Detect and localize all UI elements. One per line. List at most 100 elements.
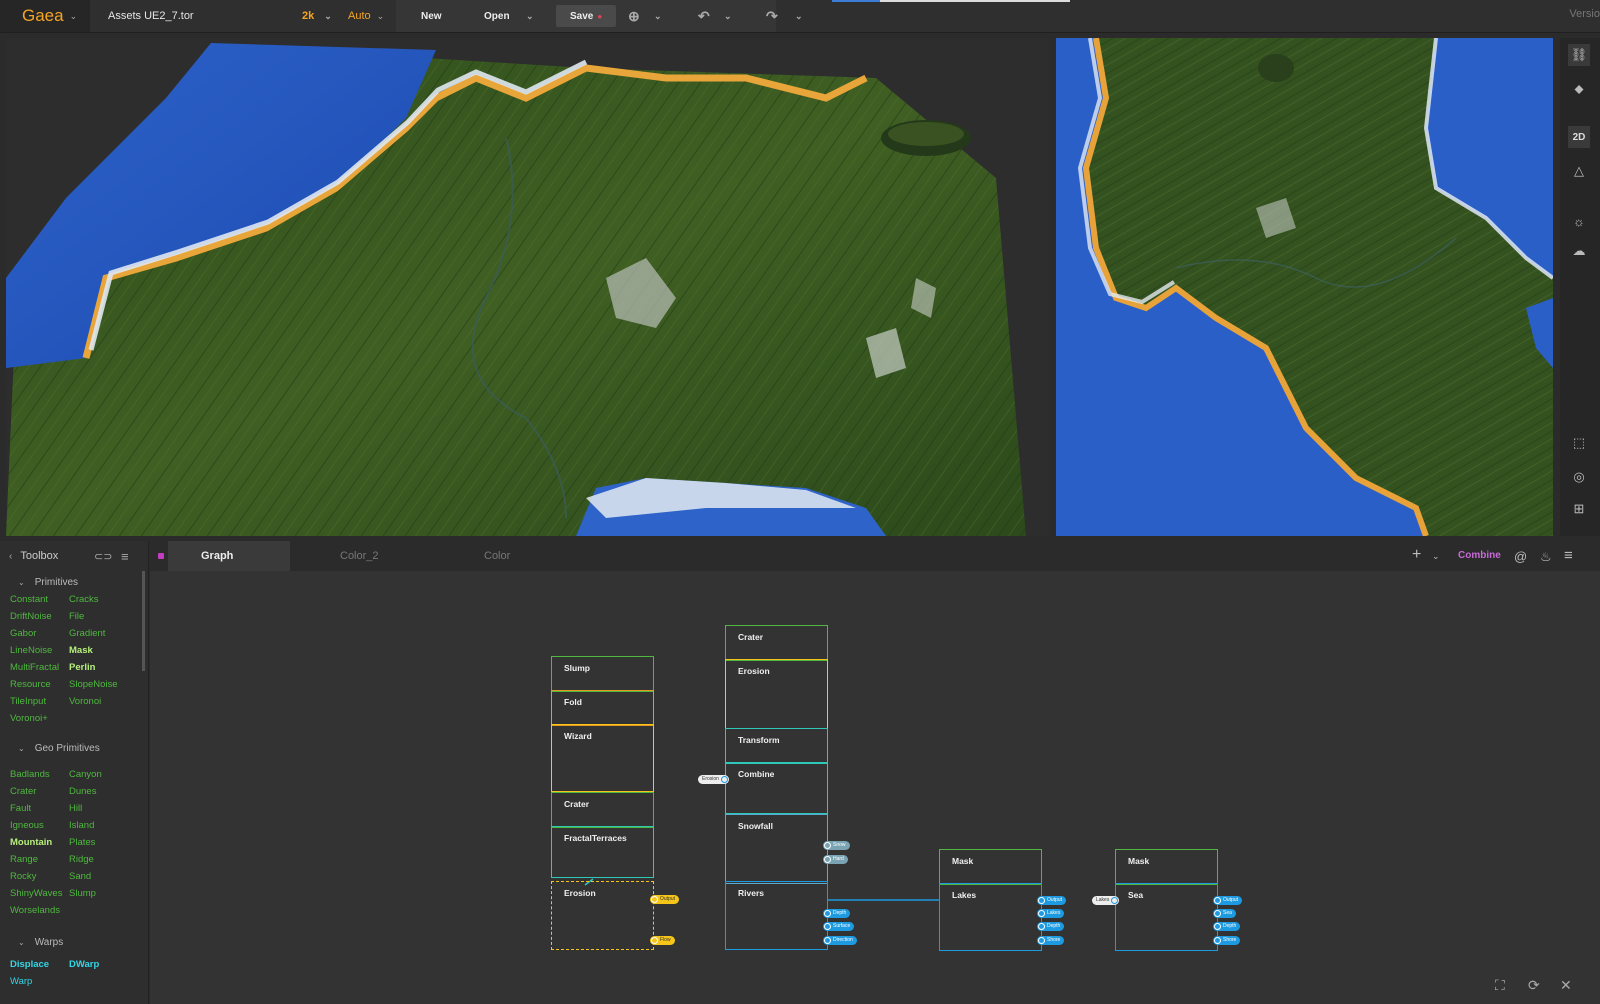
port-surface[interactable]: Surface — [823, 922, 855, 931]
chevron-down-icon[interactable]: ⌄ — [70, 11, 78, 22]
tool-item[interactable]: Crater — [10, 786, 36, 797]
compass-icon[interactable]: ◎ — [1568, 466, 1590, 488]
tab-color-2[interactable]: Color_2 — [340, 541, 379, 571]
save-button[interactable]: Save ● — [556, 5, 617, 27]
redo-icon[interactable]: ↷ — [766, 0, 778, 32]
port-output[interactable]: Output — [1213, 896, 1243, 905]
tool-item[interactable]: ShinyWaves — [10, 888, 62, 899]
menu-icon[interactable]: ≡ — [121, 549, 129, 564]
node-fold[interactable]: Fold — [551, 690, 654, 726]
node-erosion-2[interactable]: Erosion — [725, 659, 828, 729]
terrain-3d-render[interactable] — [6, 38, 1049, 536]
port-depth[interactable]: Depth — [823, 909, 851, 918]
at-icon[interactable]: @ — [1514, 549, 1527, 564]
tool-item[interactable]: SlopeNoise — [69, 679, 118, 690]
view-2d-toggle[interactable]: 2D — [1568, 126, 1590, 148]
tool-item[interactable]: Cracks — [69, 594, 99, 605]
stamp-icon[interactable]: ⬥ — [1568, 78, 1590, 100]
collapse-icon[interactable]: ‹ — [9, 551, 12, 562]
frame-icon[interactable]: ⬚ — [1568, 432, 1590, 454]
resolution-select[interactable]: 2k ⌄ — [302, 0, 332, 32]
tool-item[interactable]: Resource — [10, 679, 51, 690]
chevron-down-icon[interactable]: ⌄ — [324, 11, 332, 22]
port-flow[interactable]: Flow — [650, 936, 675, 945]
port-snow[interactable]: Snow — [823, 841, 850, 850]
tool-item[interactable]: Slump — [69, 888, 96, 899]
tool-item[interactable]: Plates — [69, 837, 95, 848]
chevron-down-icon[interactable]: ⌄ — [795, 0, 803, 32]
grid-icon[interactable]: ⊞ — [1568, 498, 1590, 520]
perspective-icon[interactable]: △ — [1568, 160, 1590, 182]
tool-item[interactable]: DWarp — [69, 959, 99, 970]
toggle-icon[interactable]: ⊂⊃ — [94, 550, 112, 563]
chevron-down-icon[interactable]: ⌄ — [18, 744, 25, 753]
node-slump[interactable]: Slump — [551, 656, 654, 692]
port-output[interactable]: Output — [650, 895, 680, 904]
tool-item[interactable]: Worselands — [10, 905, 60, 916]
cloud-icon[interactable]: ☁ — [1568, 240, 1590, 262]
target-icon[interactable]: ⊕ — [628, 0, 640, 32]
node-mask-2[interactable]: Mask — [1115, 849, 1218, 885]
tool-item[interactable]: Igneous — [10, 820, 44, 831]
refresh-icon[interactable]: ⟳ — [1528, 977, 1540, 994]
port-lakes-input[interactable]: Lakes — [1092, 896, 1120, 905]
node-lakes[interactable]: Lakes — [939, 883, 1042, 951]
tool-item[interactable]: Fault — [10, 803, 31, 814]
port-lakes[interactable]: Lakes — [1037, 909, 1065, 918]
menu-icon[interactable]: ≡ — [1564, 547, 1573, 564]
node-mask[interactable]: Mask — [939, 849, 1042, 885]
chevron-down-icon[interactable]: ⌄ — [654, 0, 662, 32]
tool-item[interactable]: Canyon — [69, 769, 102, 780]
port-depth[interactable]: Depth — [1037, 922, 1065, 931]
tool-item[interactable]: MultiFractal — [10, 662, 59, 673]
tool-item[interactable]: Hill — [69, 803, 82, 814]
graph-panel[interactable]: Graph Color_2 Color + ⌄ Combine @ ♨ ≡ — [150, 541, 1600, 1004]
port-depth[interactable]: Depth — [1213, 922, 1241, 931]
build-mode-select[interactable]: Auto ⌄ — [348, 0, 384, 32]
tool-item[interactable]: Gabor — [10, 628, 36, 639]
resolution-value[interactable]: 2k — [302, 10, 314, 22]
tool-item[interactable]: Range — [10, 854, 38, 865]
tool-item[interactable]: Gradient — [69, 628, 105, 639]
new-button[interactable]: New — [421, 0, 442, 32]
tool-item[interactable]: Sand — [69, 871, 91, 882]
category-warps[interactable]: ⌄ Warps — [18, 931, 63, 953]
node-crater[interactable]: Crater — [551, 792, 654, 828]
tool-item[interactable]: DriftNoise — [10, 611, 52, 622]
tool-item[interactable]: Warp — [10, 976, 32, 987]
port-direction[interactable]: Direction — [823, 936, 857, 945]
chevron-down-icon[interactable]: ⌄ — [18, 938, 25, 947]
node-fractalterraces[interactable]: FractalTerraces — [551, 826, 654, 878]
node-wizard[interactable]: Wizard — [551, 724, 654, 792]
node-crater-2[interactable]: Crater — [725, 625, 828, 661]
open-button[interactable]: Open — [484, 0, 510, 32]
chevron-down-icon[interactable]: ⌄ — [724, 0, 732, 32]
tool-item[interactable]: LineNoise — [10, 645, 52, 656]
port-shore[interactable]: Shore — [1213, 936, 1241, 945]
node-transform[interactable]: Transform — [725, 728, 828, 764]
chevron-down-icon[interactable]: ⌄ — [18, 578, 25, 587]
tool-item[interactable]: TileInput — [10, 696, 46, 707]
node-combine[interactable]: Combine — [725, 762, 828, 814]
category-primitives[interactable]: ⌄ Primitives — [18, 571, 78, 593]
tool-item[interactable]: Constant — [10, 594, 48, 605]
sun-icon[interactable]: ☼ — [1568, 210, 1590, 232]
port-output[interactable]: Output — [1037, 896, 1067, 905]
undo-icon[interactable]: ↶ — [698, 0, 710, 32]
build-mode-value[interactable]: Auto — [348, 10, 371, 22]
terrain-2d-render[interactable] — [1056, 38, 1553, 536]
app-menu[interactable]: Gaea ⌄ — [0, 0, 90, 32]
node-erosion[interactable]: Erosion — [551, 881, 654, 950]
tool-item[interactable]: Perlin — [69, 662, 95, 673]
viewport-3d[interactable] — [6, 38, 1049, 536]
tool-item[interactable]: Voronoi+ — [10, 713, 48, 724]
link-icon[interactable]: ⛓ — [1568, 44, 1590, 66]
port-hard[interactable]: Hard — [823, 855, 848, 864]
viewport-2d[interactable] — [1056, 38, 1553, 536]
chevron-down-icon[interactable]: ⌄ — [377, 11, 385, 22]
tool-item[interactable]: Rocky — [10, 871, 36, 882]
tab-graph[interactable]: Graph — [168, 541, 290, 571]
fit-view-icon[interactable]: ⛶ — [1495, 977, 1505, 994]
chevron-down-icon[interactable]: ⌄ — [1432, 551, 1440, 562]
port-sea[interactable]: Sea — [1213, 909, 1236, 918]
